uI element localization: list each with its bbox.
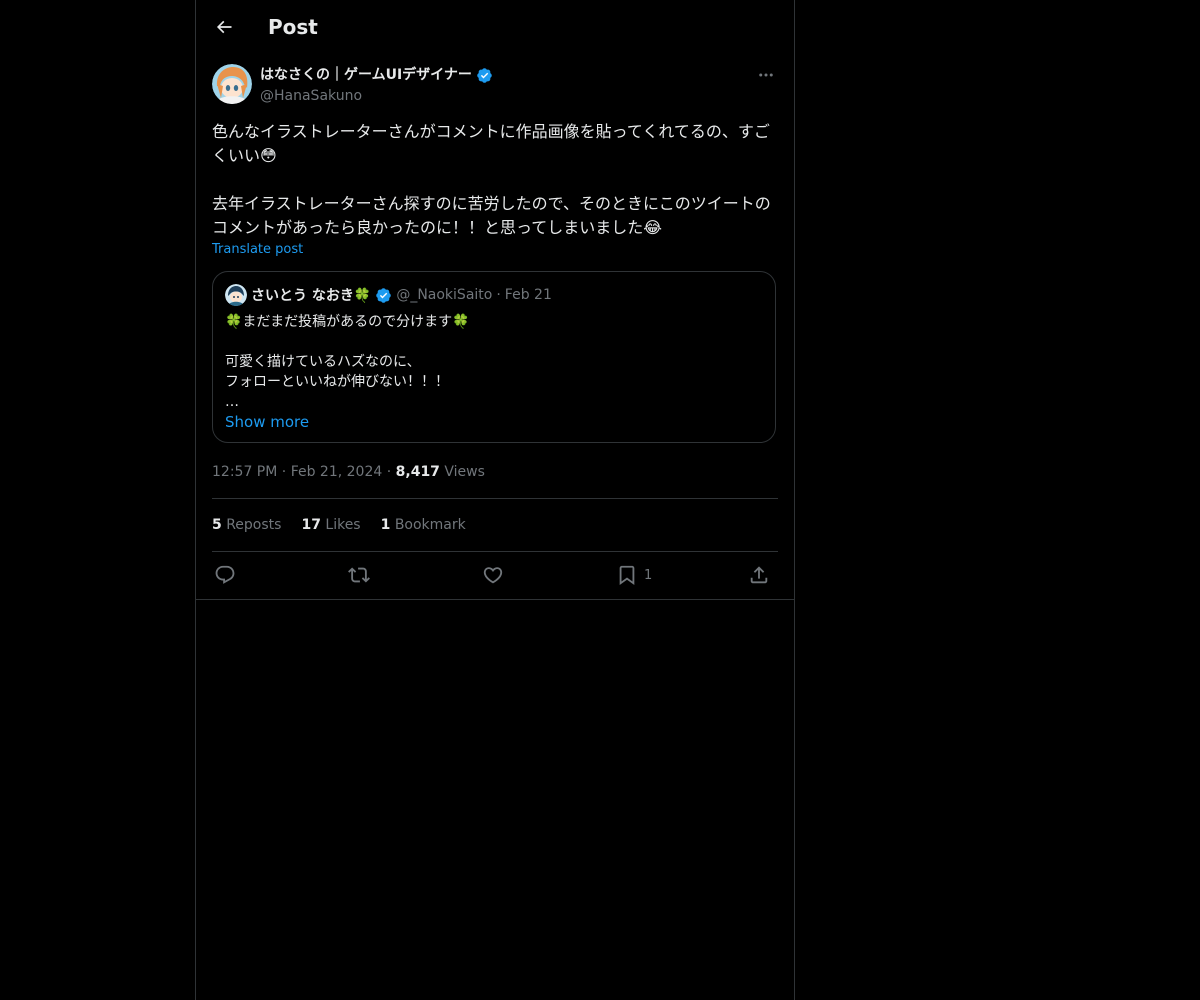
repost-button[interactable] [348,562,370,588]
separator-dot: · [281,464,287,480]
quoted-post-text: 🍀まだまだ投稿があるので分けます🍀 可愛く描けているハズなのに、 フォローといい… [225,314,470,410]
views-label: Views [444,464,485,480]
back-button[interactable] [210,13,238,41]
back-arrow-icon [214,17,234,37]
views-count: 8,417 [395,464,440,480]
post-column: Post はなさくの｜ゲームUIデザイナー @HanaSakuno 色んなイラス… [195,0,795,1000]
page-title: Post [268,15,318,39]
quoted-post-header: さいとう なおき🍀 @_NaokiSaito · Feb 21 [225,284,552,306]
likes-stat[interactable]: 17 Likes [301,515,360,535]
reposts-label: Reposts [226,517,282,533]
bookmarks-label: Bookmark [394,517,466,533]
bookmarks-count: 1 [380,517,391,533]
quoted-avatar [225,284,247,306]
bookmark-icon [616,564,638,586]
post-time[interactable]: 12:57 PM [212,464,277,480]
post-text: 色んなイラストレーターさんがコメントに作品画像を貼ってくれてるの、すごくいい😳 … [212,122,771,237]
reposts-count: 5 [212,517,222,533]
quoted-author-name: さいとう なおき🍀 [251,288,372,304]
translate-post-link[interactable]: Translate post [212,241,303,259]
verified-icon [375,287,392,304]
action-bar: 1 [212,562,778,588]
share-icon [748,564,770,586]
show-more-link[interactable]: Show more [225,412,309,432]
post-date[interactable]: Feb 21, 2024 [291,464,383,480]
quoted-post-date: Feb 21 [504,287,552,303]
quoted-author-handle: @_NaokiSaito [396,287,493,303]
more-options-button[interactable] [754,64,778,86]
author-handle[interactable]: @HanaSakuno [260,86,362,106]
author-name: はなさくの｜ゲームUIデザイナー [260,67,472,83]
post-author: はなさくの｜ゲームUIデザイナー @HanaSakuno [212,64,778,108]
header: Post [196,0,794,54]
reposts-stat[interactable]: 5 Reposts [212,515,281,535]
divider [212,551,778,552]
post-meta: 12:57 PM · Feb 21, 2024 · 8,417 Views [212,462,485,482]
quoted-post[interactable]: さいとう なおき🍀 @_NaokiSaito · Feb 21 🍀まだまだ投稿が… [212,271,776,443]
verified-icon [476,67,493,84]
divider [212,498,778,499]
repost-icon [348,564,370,586]
likes-label: Likes [325,517,361,533]
share-button[interactable] [748,562,770,588]
bookmarks-stat[interactable]: 1 Bookmark [381,515,466,535]
separator-dot: · [496,287,501,303]
reply-button[interactable] [214,562,236,588]
reply-icon [214,564,236,586]
bookmark-count: 1 [644,567,653,583]
more-icon [757,66,775,84]
divider [196,599,794,600]
author-name-row[interactable]: はなさくの｜ゲームUIデザイナー [260,65,493,85]
like-button[interactable] [482,562,504,588]
likes-count: 17 [301,517,321,533]
engagement-stats: 5 Reposts 17 Likes 1 Bookmark [212,515,466,535]
separator-dot: · [386,464,392,480]
bookmark-button[interactable]: 1 [616,562,652,588]
like-icon [482,564,504,586]
author-avatar[interactable] [212,64,252,104]
